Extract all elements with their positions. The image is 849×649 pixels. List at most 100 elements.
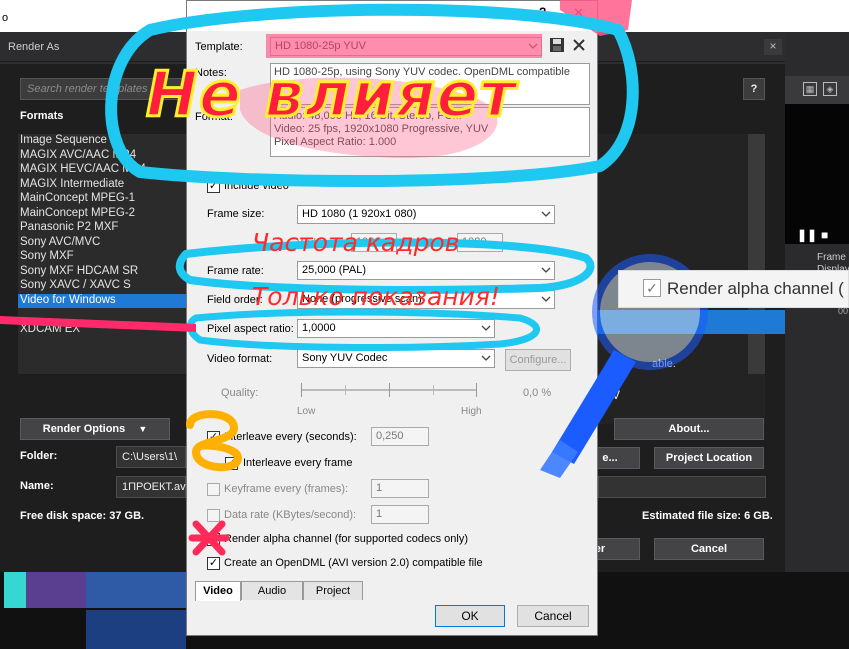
frame-rate-value: 25,000 (PAL): [302, 264, 367, 276]
render-alpha-label: Render alpha channel (for supported code…: [224, 533, 468, 545]
format-item[interactable]: XDCAM EX: [18, 323, 188, 338]
interleave-seconds-field[interactable]: 0,250: [371, 427, 429, 446]
folder-label: Folder:: [20, 450, 58, 462]
include-video-checkbox[interactable]: ✓: [207, 180, 220, 193]
data-rate-checkbox[interactable]: [207, 509, 220, 522]
timeline-clip-blue[interactable]: [86, 572, 186, 608]
dialog-help-button[interactable]: ?: [539, 5, 546, 19]
chevron-down-icon: [541, 267, 551, 273]
cancel-button-dark[interactable]: Cancel: [654, 538, 764, 560]
delete-template-icon[interactable]: [571, 37, 587, 53]
help-button[interactable]: ?: [743, 78, 765, 100]
tab-video[interactable]: Video: [195, 581, 241, 601]
render-as-close-button[interactable]: ×: [764, 39, 782, 55]
keyframe-checkbox[interactable]: [207, 483, 220, 496]
pixel-aspect-ratio-value: 1,0000: [302, 322, 336, 334]
zoomed-render-alpha-text: Render alpha channel (: [667, 279, 844, 298]
format-item[interactable]: Sony MXF: [18, 250, 188, 265]
ok-button[interactable]: OK: [435, 605, 505, 627]
estimated-file-size: Estimated file size: 6 GB.: [642, 510, 773, 522]
stop-icon[interactable]: ■: [821, 228, 828, 242]
format-label: Format:: [195, 111, 233, 123]
about-button[interactable]: About...: [614, 418, 764, 440]
quality-label: Quality:: [221, 387, 259, 399]
format-item[interactable]: Sony AVC/MVC: [18, 236, 188, 251]
video-format-dropdown[interactable]: Sony YUV Codec: [297, 349, 495, 368]
width-field[interactable]: 1920: [351, 233, 397, 252]
pixel-aspect-ratio-dropdown[interactable]: 1,0000: [297, 319, 495, 338]
free-disk-space: Free disk space: 37 GB.: [20, 510, 145, 522]
format-item[interactable]: [18, 308, 188, 323]
data-rate-field[interactable]: 1: [371, 505, 429, 524]
height-label: Height:: [407, 237, 442, 249]
folder-field[interactable]: C:\Users\1\: [116, 446, 186, 468]
width-label: Width:: [297, 237, 329, 249]
timeline-audio-track[interactable]: [86, 610, 186, 649]
format-item[interactable]: Sony MXF HDCAM SR: [18, 265, 188, 280]
preview-settings-icon[interactable]: ▦: [803, 82, 817, 96]
format-item[interactable]: MainConcept MPEG-1: [18, 192, 188, 207]
format-item[interactable]: Image Sequence: [18, 134, 188, 149]
formats-list[interactable]: Image Sequence MAGIX AVC/AAC MP4 MAGIX HEV…: [18, 134, 188, 374]
opendml-label: Create an OpenDML (AVI version 2.0) comp…: [224, 557, 483, 569]
configure-button[interactable]: Configure...: [505, 349, 571, 371]
timeline-clip-purple[interactable]: [26, 572, 86, 608]
format-item[interactable]: Video for Windows: [18, 293, 188, 308]
frame-rate-dropdown[interactable]: 25,000 (PAL): [297, 261, 555, 280]
interleave-frame-label: Interleave every frame: [243, 457, 353, 469]
format-description: Audio: 48,000 Hz, 16 Bit, Stereo, PCM Vi…: [270, 107, 590, 157]
field-order-dropdown[interactable]: None (progressive scan): [297, 290, 555, 309]
tab-audio[interactable]: Audio: [241, 581, 303, 600]
project-location-button[interactable]: Project Location: [654, 447, 764, 469]
render-alpha-checkbox[interactable]: [207, 533, 220, 546]
format-item[interactable]: Panasonic P2 MXF: [18, 221, 188, 236]
interleave-seconds-checkbox[interactable]: ✓: [207, 431, 220, 444]
opendml-checkbox[interactable]: ✓: [207, 557, 220, 570]
tab-project[interactable]: Project: [303, 581, 363, 600]
format-item[interactable]: Sony XAVC / XAVC S: [18, 279, 188, 294]
interleave-frame-checkbox[interactable]: ✓: [225, 457, 238, 470]
zoomed-render-alpha-popup: ✓ Render alpha channel (: [618, 270, 849, 308]
template-value: HD 1080-25p YUV: [275, 40, 366, 52]
custom-template-dialog: ? ✕ Template: HD 1080-25p YUV Notes: HD …: [186, 0, 598, 636]
height-field[interactable]: 1080: [457, 233, 503, 252]
template-label: Template:: [195, 41, 243, 53]
frame-label: Frame: [817, 252, 846, 263]
value-partial: V: [612, 388, 621, 402]
template-dropdown[interactable]: HD 1080-25p YUV: [270, 37, 542, 56]
chevron-down-icon: [541, 211, 551, 217]
selected-template-row[interactable]: [596, 310, 786, 334]
chevron-down-icon: [528, 43, 538, 49]
quality-low-label: Low: [297, 406, 316, 417]
pause-icon[interactable]: ❚❚: [797, 228, 817, 242]
formats-label: Formats: [20, 110, 64, 122]
preview-toolbar: [785, 76, 849, 104]
preview-quality-icon[interactable]: ◈: [823, 82, 837, 96]
cancel-button[interactable]: Cancel: [517, 605, 589, 627]
keyframe-field[interactable]: 1: [371, 479, 429, 498]
format-item[interactable]: MainConcept MPEG-2: [18, 207, 188, 222]
pixel-aspect-ratio-label: Pixel aspect ratio:: [207, 323, 294, 335]
search-templates-input[interactable]: Search render templates: [20, 78, 185, 100]
name-field-right[interactable]: [598, 476, 766, 498]
dialog-close-button[interactable]: ✕: [573, 5, 584, 21]
frame-rate-label: Frame rate:: [207, 265, 264, 277]
render-as-title: Render As: [8, 41, 60, 53]
name-value: 1ПРОЕКТ.avi: [122, 481, 189, 493]
format-item[interactable]: MAGIX AVC/AAC MP4: [18, 149, 188, 164]
frame-size-dropdown[interactable]: HD 1080 (1 920x1 080): [297, 205, 555, 224]
timeline-clip-cyan[interactable]: [4, 572, 26, 608]
render-options-button[interactable]: Render Options ▼: [20, 418, 170, 440]
frame-size-label: Frame size:: [207, 208, 265, 220]
notes-textarea[interactable]: HD 1080-25p, using Sony YUV codec. OpenD…: [270, 63, 590, 105]
video-format-label: Video format:: [207, 353, 273, 365]
notes-label: Notes:: [195, 67, 227, 79]
format-item[interactable]: MAGIX Intermediate: [18, 178, 188, 193]
chevron-down-icon: [481, 355, 491, 361]
name-field[interactable]: 1ПРОЕКТ.avi: [116, 476, 189, 498]
data-rate-label: Data rate (KBytes/second):: [224, 509, 357, 521]
format-item[interactable]: MAGIX HEVC/AAC MP4: [18, 163, 188, 178]
template-list-scrollbar[interactable]: [748, 134, 765, 374]
quality-slider[interactable]: [301, 383, 477, 403]
save-template-icon[interactable]: [549, 37, 565, 53]
